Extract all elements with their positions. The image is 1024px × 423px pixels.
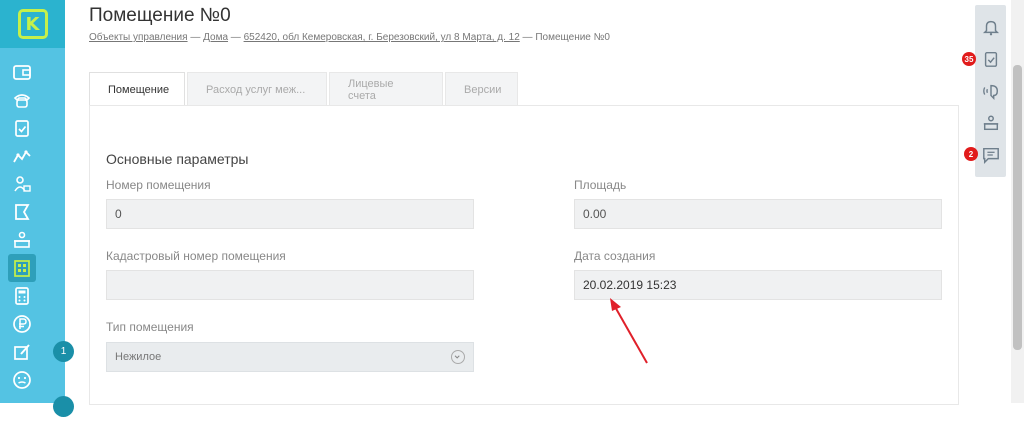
bell-icon — [982, 20, 999, 36]
tab-room[interactable]: Помещение — [89, 72, 185, 106]
annotation-arrow — [610, 298, 648, 364]
clipboard-check-icon — [15, 120, 29, 137]
breadcrumb-current: Помещение №0 — [535, 32, 610, 43]
chevron-down-icon — [451, 350, 465, 364]
tab-services-consumption[interactable]: Расход услуг меж... — [187, 72, 327, 106]
room-type-label: Тип помещения — [106, 320, 194, 334]
tasks-count-badge: 35 — [962, 52, 976, 66]
scrollbar-thumb[interactable] — [1013, 65, 1022, 350]
room-number-field[interactable]: 0 — [106, 199, 474, 229]
sidebar-badge: 1 — [53, 341, 74, 362]
chat-icon — [982, 147, 999, 164]
desk-user-icon — [14, 231, 30, 248]
calls-button[interactable] — [975, 75, 1006, 107]
sidebar: K 1 — [0, 0, 74, 417]
section-title: Основные параметры — [106, 151, 249, 167]
more-icon — [15, 405, 29, 409]
calculator-icon — [15, 287, 29, 305]
analytics-icon — [13, 150, 31, 163]
messages-count-badge: 2 — [964, 147, 978, 161]
notifications-button[interactable] — [975, 11, 1006, 43]
logo-mark: K — [17, 9, 48, 39]
phone-icon — [13, 94, 31, 108]
created-label: Дата создания — [574, 249, 656, 263]
cadastral-label: Кадастровый номер помещения — [106, 249, 286, 263]
ruble-icon — [13, 315, 31, 333]
cadastral-field[interactable] — [106, 270, 474, 300]
smile-icon — [13, 371, 31, 389]
page-scrollbar[interactable] — [1011, 0, 1024, 403]
people-icon — [14, 176, 31, 192]
logo[interactable]: K — [0, 0, 65, 48]
breadcrumb: Объекты управления — Дома — 652420, обл … — [89, 32, 610, 43]
breadcrumb-separator: — — [519, 32, 536, 43]
tasks-button[interactable] — [975, 43, 1006, 75]
operator-button[interactable] — [975, 107, 1006, 139]
sidebar-badge-extra — [53, 396, 74, 417]
breadcrumb-link-address[interactable]: 652420, обл Кемеровская, г. Березовский,… — [244, 32, 520, 43]
breadcrumb-separator: — — [228, 32, 244, 43]
room-type-value: Нежилое — [115, 351, 162, 363]
breadcrumb-link-objects[interactable]: Объекты управления — [89, 32, 188, 43]
tab-accounts[interactable]: Лицевые счета — [329, 72, 443, 106]
tab-bar: Помещение Расход услуг меж... Лицевые сч… — [89, 72, 520, 106]
page-title: Помещение №0 — [89, 5, 231, 26]
building-icon — [14, 260, 30, 277]
edit-icon — [14, 344, 30, 360]
breadcrumb-link-houses[interactable]: Дома — [203, 32, 228, 43]
operator-icon — [983, 115, 998, 131]
right-rail — [975, 5, 1006, 177]
room-number-label: Номер помещения — [106, 178, 211, 192]
breadcrumb-separator: — — [187, 32, 204, 43]
room-type-select[interactable]: Нежилое — [106, 342, 474, 372]
call-icon — [982, 84, 998, 100]
area-field[interactable]: 0.00 — [574, 199, 942, 229]
tasks-icon — [984, 51, 997, 67]
tab-versions[interactable]: Версии — [445, 72, 518, 106]
area-label: Площадь — [574, 178, 627, 192]
wallet-icon — [13, 65, 31, 80]
flag-icon — [15, 204, 30, 220]
messages-button[interactable] — [975, 139, 1006, 171]
